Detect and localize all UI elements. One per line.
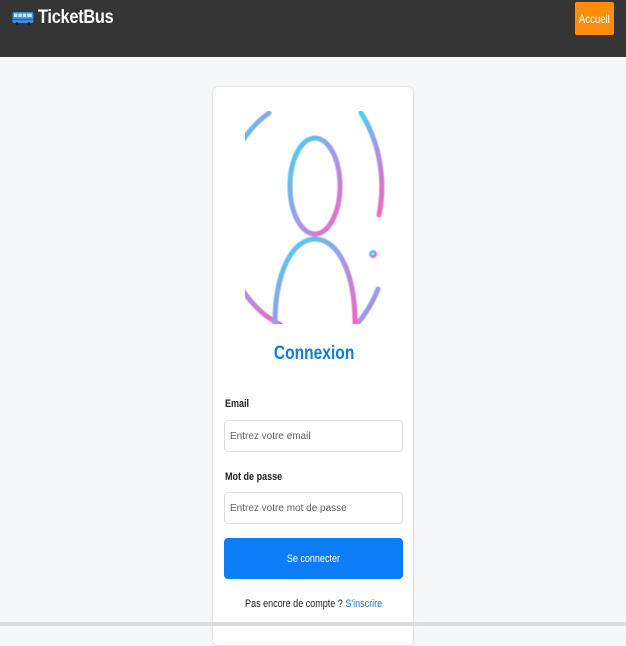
signup-prompt-text: Pas encore de compte ? — [245, 598, 344, 610]
navbar: TicketBus Accueil — [0, 0, 626, 57]
home-button[interactable]: Accueil — [575, 2, 614, 35]
signup-prompt: Pas encore de compte ? S'inscrire — [213, 598, 415, 610]
email-field[interactable] — [224, 420, 403, 452]
password-field[interactable] — [224, 492, 403, 524]
login-button-label: Se connecter — [286, 552, 341, 565]
home-button-label: Accueil — [579, 11, 610, 26]
login-card: Connexion Email Mot de passe Se connecte… — [212, 86, 414, 646]
page-bottom-border — [0, 622, 626, 626]
signup-link[interactable]: S'inscrire — [346, 598, 383, 610]
email-label: Email — [225, 398, 250, 410]
bus-icon — [12, 12, 34, 25]
login-button[interactable]: Se connecter — [224, 538, 403, 579]
password-label: Mot de passe — [225, 471, 283, 483]
user-avatar-icon — [245, 111, 385, 324]
login-title: Connexion — [273, 343, 355, 364]
brand-link[interactable]: TicketBus — [12, 7, 126, 29]
brand-name: TicketBus — [38, 7, 114, 28]
